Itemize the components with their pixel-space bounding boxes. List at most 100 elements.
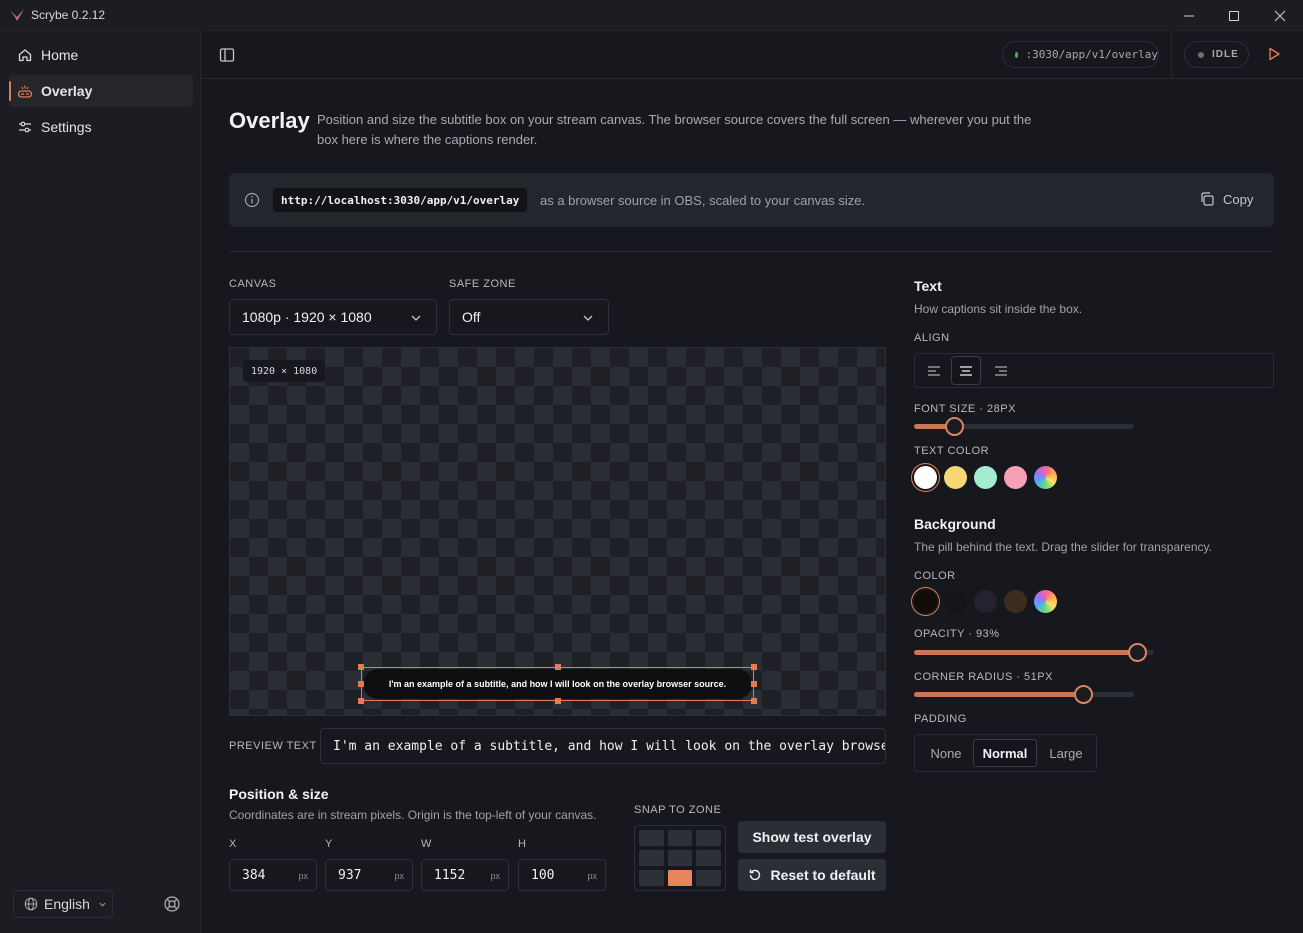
title-bar: Scrybe 0.2.12 — [0, 0, 1303, 31]
text-section-title: Text — [914, 278, 942, 294]
sidebar-item-label: Home — [41, 47, 79, 63]
bg-color-custom[interactable] — [1034, 590, 1057, 613]
text-color-mint[interactable] — [974, 466, 997, 489]
snap-zone-top-left[interactable] — [639, 830, 664, 846]
sidebar-toggle-icon[interactable] — [219, 47, 235, 63]
resize-handle[interactable] — [358, 698, 364, 704]
bg-color-label: COLOR — [914, 570, 956, 582]
resize-handle[interactable] — [555, 698, 561, 704]
safe-zone-select-value: Off — [462, 309, 481, 325]
chevron-down-icon — [583, 315, 593, 321]
align-center-button[interactable] — [951, 356, 981, 385]
preview-text-label: PREVIEW TEXT — [229, 740, 317, 752]
sliders-icon — [19, 121, 31, 133]
canvas-preview[interactable]: 1920 × 1080 I'm an example of a subtitle… — [229, 347, 886, 716]
canvas-select-value: 1080p · 1920 × 1080 — [242, 309, 372, 325]
snap-zone-top-right[interactable] — [696, 830, 721, 846]
align-center-icon — [960, 365, 972, 376]
canvas-select[interactable]: 1080p · 1920 × 1080 — [229, 299, 437, 335]
play-icon[interactable] — [1266, 46, 1282, 62]
unit-label: px — [394, 871, 404, 881]
padding-segmented-control: None Normal Large — [914, 734, 1097, 772]
snap-zone-middle-left[interactable] — [639, 850, 664, 866]
globe-icon — [24, 897, 38, 911]
minimize-icon — [1184, 15, 1194, 16]
server-url-pill[interactable]: :3030/app/v1/overlay — [1002, 41, 1159, 68]
sidebar-item-label: Settings — [41, 119, 92, 135]
snap-zone-bottom-right[interactable] — [696, 870, 721, 886]
divider — [1171, 31, 1172, 78]
padding-normal-option[interactable]: Normal — [973, 739, 1037, 767]
x-input[interactable]: 384 px — [229, 859, 317, 891]
corner-radius-slider[interactable] — [914, 685, 1134, 704]
snap-zone-middle-center[interactable] — [667, 850, 693, 866]
bg-color-black[interactable] — [944, 590, 967, 613]
padding-none-option[interactable]: None — [919, 739, 973, 767]
bg-color-navy[interactable] — [974, 590, 997, 613]
subtitle-box[interactable]: I'm an example of a subtitle, and how I … — [358, 664, 757, 704]
sidebar-item-label: Overlay — [41, 83, 93, 99]
resize-handle[interactable] — [751, 664, 757, 670]
snap-zone-bottom-left[interactable] — [639, 870, 664, 886]
reset-default-button[interactable]: Reset to default — [738, 859, 886, 891]
page-description: Position and size the subtitle box on yo… — [317, 112, 1032, 147]
text-color-custom[interactable] — [1034, 466, 1057, 489]
text-color-yellow[interactable] — [944, 466, 967, 489]
resize-handle[interactable] — [751, 681, 757, 687]
sidebar-item-settings[interactable]: Settings — [9, 111, 193, 143]
x-value: 384 — [242, 868, 266, 883]
bg-color-brown[interactable] — [1004, 590, 1027, 613]
slider-fill — [914, 650, 1138, 655]
slider-thumb[interactable] — [1074, 685, 1094, 704]
safe-zone-select[interactable]: Off — [449, 299, 609, 335]
w-input[interactable]: 1152 px — [421, 859, 509, 891]
padding-large-option[interactable]: Large — [1039, 739, 1093, 767]
safe-zone-label: SAFE ZONE — [449, 278, 516, 290]
slider-thumb[interactable] — [944, 417, 964, 436]
align-left-button[interactable] — [919, 356, 949, 385]
divider — [229, 251, 1274, 252]
sidebar-item-overlay[interactable]: Overlay — [9, 75, 193, 107]
overlay-url-code: http://localhost:3030/app/v1/overlay — [273, 188, 528, 212]
subtitle-preview: I'm an example of a subtitle, and how I … — [363, 669, 752, 699]
w-value: 1152 — [434, 868, 466, 883]
align-left-icon — [928, 365, 940, 376]
preview-text-input[interactable]: I'm an example of a subtitle, and how I … — [320, 728, 886, 764]
snap-zone-top-center[interactable] — [667, 830, 693, 846]
chevron-down-icon — [411, 315, 421, 321]
home-icon — [18, 49, 32, 62]
bg-color-brown-black[interactable] — [914, 590, 937, 613]
font-size-slider[interactable] — [914, 417, 1134, 436]
opacity-slider[interactable] — [914, 643, 1154, 662]
maximize-icon — [1229, 10, 1239, 21]
text-color-white[interactable] — [914, 466, 937, 489]
y-value: 937 — [338, 868, 362, 883]
snap-zone-middle-right[interactable] — [696, 850, 721, 866]
resize-handle[interactable] — [555, 664, 561, 670]
sidebar-item-home[interactable]: Home — [9, 39, 193, 71]
align-right-button[interactable] — [986, 356, 1016, 385]
show-test-overlay-button[interactable]: Show test overlay — [738, 821, 886, 853]
align-label: ALIGN — [914, 332, 950, 344]
slider-thumb[interactable] — [1128, 643, 1148, 662]
y-input[interactable]: 937 px — [325, 859, 413, 891]
snap-zone-bottom-center[interactable] — [667, 870, 693, 886]
position-title: Position & size — [229, 786, 329, 802]
maximize-button[interactable] — [1211, 0, 1257, 31]
h-value: 100 — [531, 868, 555, 883]
minimize-button[interactable] — [1166, 0, 1212, 31]
language-select[interactable]: English — [13, 890, 113, 918]
resize-handle[interactable] — [358, 681, 364, 687]
status-dot — [1198, 51, 1204, 58]
resize-handle[interactable] — [358, 664, 364, 670]
corner-radius-label: CORNER RADIUS · 51PX — [914, 671, 1053, 683]
copy-button[interactable]: Copy — [1199, 191, 1253, 207]
align-group — [914, 353, 1274, 388]
resize-handle[interactable] — [751, 698, 757, 704]
close-button[interactable] — [1257, 0, 1303, 31]
h-input[interactable]: 100 px — [518, 859, 606, 891]
help-lifebuoy-icon[interactable] — [163, 895, 181, 913]
text-color-pink[interactable] — [1004, 466, 1027, 489]
status-label: IDLE — [1212, 49, 1239, 60]
opacity-label: OPACITY · 93% — [914, 628, 1000, 640]
